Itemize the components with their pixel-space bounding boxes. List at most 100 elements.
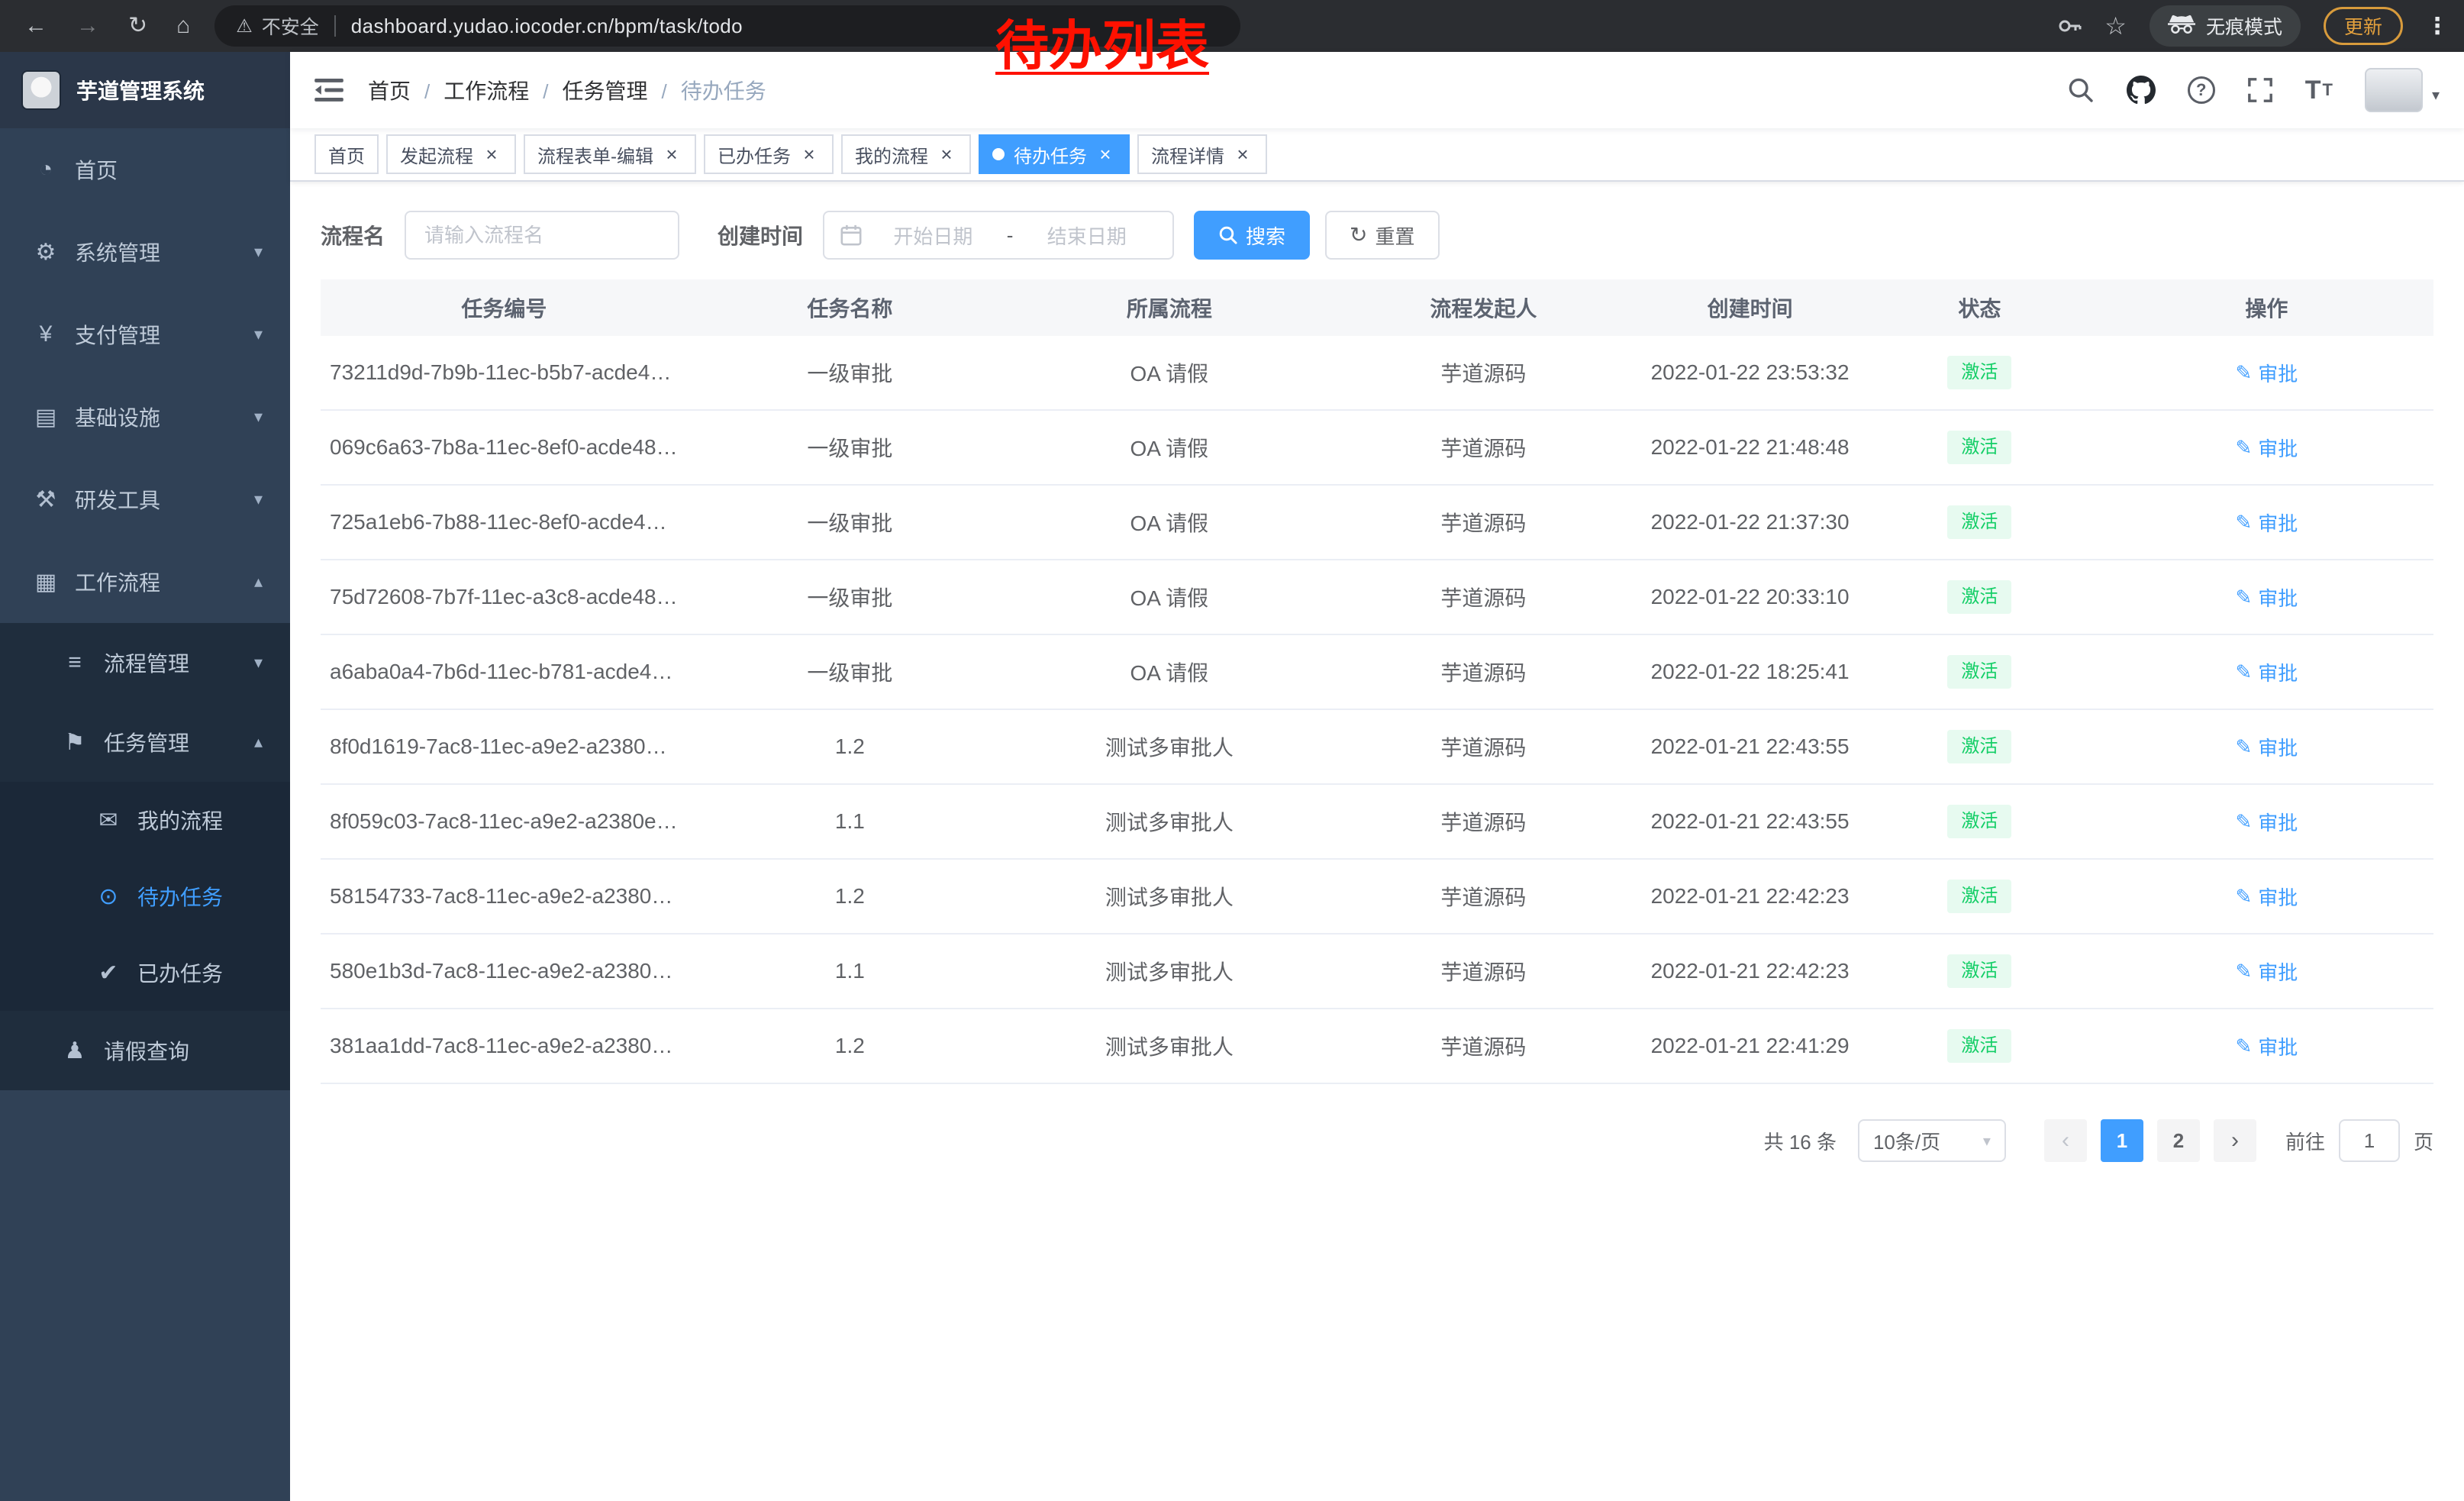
tab-label: 首页	[328, 141, 365, 168]
cell-action: ✎ 审批	[2100, 410, 2433, 485]
update-button[interactable]: 更新	[2324, 7, 2403, 45]
tab-my-process[interactable]: 我的流程 ×	[841, 134, 971, 174]
sidebar-item-task-management[interactable]: ⚑ 任务管理	[0, 702, 290, 782]
tab-home[interactable]: 首页 ×	[314, 134, 379, 174]
approve-link-label: 审批	[2258, 957, 2298, 986]
tab-start-process[interactable]: 发起流程 ×	[386, 134, 516, 174]
tab-process-detail[interactable]: 流程详情 ×	[1137, 134, 1267, 174]
page-number-button[interactable]: 2	[2157, 1119, 2200, 1162]
page-number-button[interactable]: 1	[2101, 1119, 2143, 1162]
cell-process: OA 请假	[1012, 485, 1327, 560]
chevron-icon	[254, 242, 263, 262]
cell-starter: 芋道源码	[1327, 560, 1641, 634]
sidebar-item-todo-task[interactable]: ⊙ 待办任务	[0, 858, 290, 934]
reset-button[interactable]: ↻ 重置	[1325, 211, 1439, 260]
cell-task-id: 381aa1dd-7ac8-11ec-a9e2-a2380e71991a	[321, 1009, 688, 1083]
status-badge: 激活	[1947, 580, 2011, 613]
approve-link[interactable]: ✎ 审批	[2235, 658, 2298, 686]
chevron-icon	[254, 653, 263, 673]
sidebar-item-devtools[interactable]: ⚒ 研发工具	[0, 458, 290, 541]
github-icon[interactable]	[2127, 76, 2156, 105]
caret-down-icon[interactable]: ▾	[2432, 86, 2440, 105]
sidebar-item-system[interactable]: ⚙ 系统管理	[0, 211, 290, 293]
goto-page-input[interactable]	[2339, 1119, 2400, 1162]
cell-task-name: 一级审批	[688, 410, 1012, 485]
chevron-icon	[254, 407, 263, 427]
range-separator: -	[1004, 224, 1017, 247]
approve-link-label: 审批	[2258, 583, 2298, 612]
cell-create-time: 2022-01-22 23:53:32	[1640, 336, 1859, 410]
reset-button-label: 重置	[1376, 221, 1415, 250]
star-icon[interactable]: ☆	[2104, 14, 2127, 38]
start-date-placeholder: 开始日期	[863, 221, 1004, 250]
approve-link[interactable]: ✎ 审批	[2235, 1032, 2298, 1060]
cell-starter: 芋道源码	[1327, 336, 1641, 410]
process-name-input[interactable]	[405, 211, 679, 260]
sidebar-menu: ◔ 首页 ⚙ 系统管理 ¥ 支付管理 ▤ 基	[0, 128, 290, 1501]
sidebar-item-workflow[interactable]: ▦ 工作流程	[0, 541, 290, 623]
sidebar-item-leave-query[interactable]: ♟ 请假查询	[0, 1011, 290, 1090]
approve-link[interactable]: ✎ 审批	[2235, 808, 2298, 836]
table-header-cell: 创建时间	[1640, 279, 1859, 336]
fullscreen-icon[interactable]	[2247, 77, 2273, 103]
approve-link[interactable]: ✎ 审批	[2235, 434, 2298, 462]
search-icon[interactable]	[2067, 76, 2095, 104]
sidebar-item-payment[interactable]: ¥ 支付管理	[0, 293, 290, 376]
cell-process: OA 请假	[1012, 634, 1327, 709]
date-range-picker[interactable]: 开始日期 - 结束日期	[823, 211, 1174, 260]
approve-link[interactable]: ✎ 审批	[2235, 957, 2298, 986]
table-row: 8f0d1619-7ac8-11ec-a9e2-a2380e71991a 1.2…	[321, 709, 2433, 784]
tab-form-edit[interactable]: 流程表单-编辑 ×	[524, 134, 696, 174]
kebab-menu-icon[interactable]: ⋮	[2426, 13, 2449, 40]
search-button[interactable]: 搜索	[1194, 211, 1310, 260]
breadcrumb-item[interactable]: 工作流程	[411, 75, 529, 105]
approve-link[interactable]: ✎ 审批	[2235, 359, 2298, 387]
approve-link-label: 审批	[2258, 359, 2298, 387]
breadcrumb-item[interactable]: 任务管理	[529, 75, 647, 105]
sidebar-item-home[interactable]: ◔ 首页	[0, 128, 290, 211]
app-logo[interactable]: 芋道管理系统	[0, 52, 290, 128]
tab-todo-task[interactable]: 待办任务 ×	[979, 134, 1130, 174]
home-icon[interactable]: ⌂	[176, 15, 190, 37]
hamburger-icon[interactable]	[314, 78, 343, 102]
prev-page-button[interactable]: ‹	[2044, 1119, 2087, 1162]
topbar-actions: ? TT ▾	[2067, 68, 2440, 112]
sidebar-item-infrastructure[interactable]: ▤ 基础设施	[0, 376, 290, 458]
next-page-button[interactable]: ›	[2214, 1119, 2256, 1162]
close-icon[interactable]: ×	[1095, 144, 1116, 165]
close-icon[interactable]: ×	[936, 144, 957, 165]
warning-icon[interactable]: ⚠	[236, 15, 253, 37]
edit-icon: ✎	[2235, 436, 2252, 460]
table-row: 58154733-7ac8-11ec-a9e2-a2380e71991a 1.2…	[321, 859, 2433, 934]
close-icon[interactable]: ×	[661, 144, 682, 165]
forward-icon[interactable]: →	[76, 15, 99, 37]
chevron-icon	[254, 489, 263, 509]
browser-chrome: ← → ↻ ⌂ ⚠ 不安全 dashboard.yudao.iocoder.cn…	[0, 0, 2464, 52]
close-icon[interactable]: ×	[1232, 144, 1253, 165]
font-size-icon[interactable]: TT	[2305, 76, 2333, 105]
key-icon[interactable]	[2057, 14, 2082, 38]
tab-done-task[interactable]: 已办任务 ×	[704, 134, 834, 174]
avatar[interactable]	[2365, 68, 2423, 112]
reload-icon[interactable]: ↻	[128, 15, 147, 37]
sidebar-item-my-process[interactable]: ✉ 我的流程	[0, 782, 290, 858]
approve-link[interactable]: ✎ 审批	[2235, 583, 2298, 612]
approve-link[interactable]: ✎ 审批	[2235, 883, 2298, 911]
page-size-select[interactable]: 10条/页 ▾	[1858, 1119, 2006, 1162]
approve-link[interactable]: ✎ 审批	[2235, 508, 2298, 537]
sidebar-item-process-management[interactable]: ≡ 流程管理	[0, 623, 290, 702]
list-icon: ≡	[61, 650, 89, 676]
app-title: 芋道管理系统	[76, 75, 205, 105]
breadcrumb-item[interactable]: 首页	[368, 75, 411, 105]
help-icon[interactable]: ?	[2188, 76, 2215, 104]
close-icon[interactable]: ×	[481, 144, 502, 165]
sidebar-item-done-task[interactable]: ✔ 已办任务	[0, 934, 290, 1011]
cell-task-id: 580e1b3d-7ac8-11ec-a9e2-a2380e71991a	[321, 934, 688, 1009]
cell-status: 激活	[1859, 934, 2100, 1009]
back-icon[interactable]: ←	[24, 15, 47, 37]
close-icon[interactable]: ×	[798, 144, 820, 165]
approve-link[interactable]: ✎ 审批	[2235, 733, 2298, 761]
pagination: 共 16 条 10条/页 ▾ ‹ 1 2 › 前往 页	[321, 1119, 2433, 1162]
status-badge: 激活	[1947, 954, 2011, 987]
breadcrumb-item[interactable]: 待办任务	[648, 75, 766, 105]
